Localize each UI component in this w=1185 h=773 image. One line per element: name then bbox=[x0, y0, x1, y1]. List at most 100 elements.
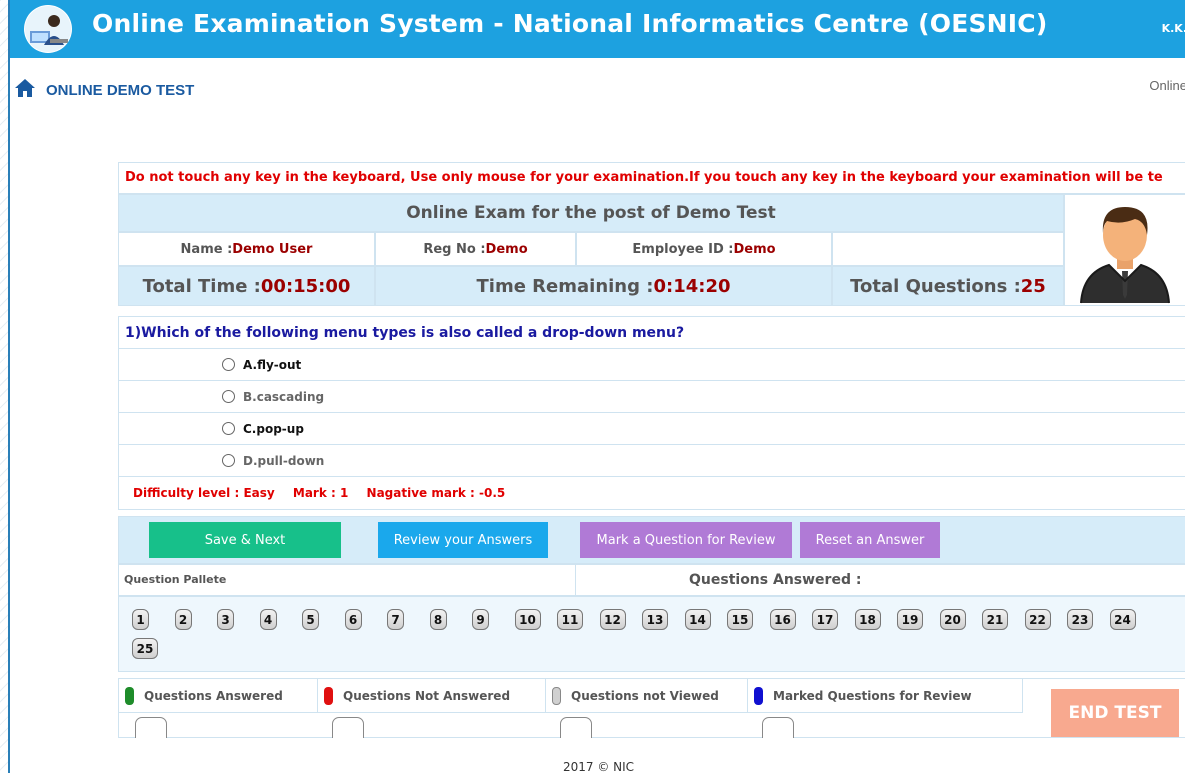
employee-id-value: Demo bbox=[733, 241, 776, 257]
time-remaining-cell: Time Remaining : 0:14:20 bbox=[375, 266, 832, 306]
palette-question-15[interactable]: 15 bbox=[727, 609, 753, 630]
legend-answered-label: Questions Answered bbox=[144, 688, 283, 703]
exam-title-cell: Online Exam for the post of Demo Test bbox=[118, 194, 1064, 232]
question-box: 1)Which of the following menu types is a… bbox=[118, 316, 1185, 510]
exam-title: Online Exam for the post of Demo Test bbox=[406, 203, 776, 223]
palette-question-20[interactable]: 20 bbox=[939, 609, 966, 630]
option-c-radio[interactable] bbox=[222, 422, 235, 435]
option-b[interactable]: B.cascading bbox=[119, 381, 1185, 413]
marked-review-count-box bbox=[762, 717, 794, 738]
employee-id-cell: Employee ID : Demo bbox=[576, 232, 832, 266]
total-questions-label: Total Questions : bbox=[850, 275, 1021, 297]
total-time-label: Total Time : bbox=[142, 275, 261, 297]
page: Online Examination System - National Inf… bbox=[8, 0, 1185, 773]
option-a-radio[interactable] bbox=[222, 358, 235, 371]
palette-header: Question Pallete Questions Answered : bbox=[118, 564, 1185, 596]
palette-question-21[interactable]: 21 bbox=[982, 609, 1008, 630]
palette-question-7[interactable]: 7 bbox=[387, 609, 404, 630]
palette-question-14[interactable]: 14 bbox=[684, 609, 711, 630]
palette-question-25[interactable]: 25 bbox=[132, 638, 158, 659]
palette-title: Question Pallete bbox=[119, 565, 576, 595]
palette-question-4[interactable]: 4 bbox=[259, 609, 277, 630]
candidate-photo-cell bbox=[1064, 194, 1185, 306]
legend-marked-review: Marked Questions for Review bbox=[748, 679, 1023, 713]
option-c[interactable]: C.pop-up bbox=[119, 413, 1185, 445]
green-marker-icon bbox=[125, 686, 134, 705]
option-d[interactable]: D.pull-down bbox=[119, 445, 1185, 477]
reset-answer-button[interactable]: Reset an Answer bbox=[800, 522, 940, 558]
sub-header: ONLINE DEMO TEST Online bbox=[10, 58, 1185, 118]
not-answered-count-box bbox=[332, 717, 364, 738]
legend-not-answered: Questions Not Answered bbox=[318, 679, 546, 713]
review-answers-button[interactable]: Review your Answers bbox=[378, 522, 548, 558]
option-a-label[interactable]: A.fly-out bbox=[243, 358, 301, 372]
questions-answered-title: Questions Answered : bbox=[689, 572, 862, 588]
grey-marker-icon bbox=[552, 686, 561, 705]
name-cell: Name : Demo User bbox=[118, 232, 375, 266]
employee-id-label: Employee ID : bbox=[632, 241, 734, 257]
exam-info-table: Online Exam for the post of Demo Test Na… bbox=[118, 194, 1064, 316]
footer-copyright: 2017 © NIC bbox=[562, 760, 635, 773]
option-a[interactable]: A.fly-out bbox=[119, 349, 1185, 381]
negative-mark: Nagative mark : -0.5 bbox=[366, 486, 506, 500]
legend-marked-review-label: Marked Questions for Review bbox=[773, 688, 972, 703]
user-name-short[interactable]: K.K. bbox=[1162, 22, 1185, 35]
total-time-cell: Total Time : 00:15:00 bbox=[118, 266, 375, 306]
home-icon[interactable] bbox=[14, 78, 36, 98]
reg-cell: Reg No : Demo bbox=[375, 232, 576, 266]
top-header-bar: Online Examination System - National Inf… bbox=[10, 0, 1185, 58]
not-viewed-count-box bbox=[560, 717, 592, 738]
save-next-button[interactable]: Save & Next bbox=[149, 522, 341, 558]
question-text: 1)Which of the following menu types is a… bbox=[119, 317, 1185, 349]
palette-question-13[interactable]: 13 bbox=[642, 609, 668, 630]
option-b-label[interactable]: B.cascading bbox=[243, 390, 324, 404]
total-questions-cell: Total Questions : 25 bbox=[832, 266, 1064, 306]
red-marker-icon bbox=[324, 686, 333, 705]
palette-question-9[interactable]: 9 bbox=[472, 609, 489, 630]
question-marks-info: Difficulty level : Easy Mark : 1 Nagativ… bbox=[119, 477, 1185, 509]
total-questions-value: 25 bbox=[1020, 275, 1046, 297]
palette-question-12[interactable]: 12 bbox=[599, 609, 626, 630]
palette-question-19[interactable]: 19 bbox=[897, 609, 923, 630]
difficulty-level: Difficulty level : Easy bbox=[133, 486, 275, 500]
palette-question-10[interactable]: 10 bbox=[514, 609, 541, 630]
palette-question-23[interactable]: 23 bbox=[1067, 609, 1093, 630]
palette-question-1[interactable]: 1 bbox=[132, 609, 149, 630]
time-remaining-value: 0:14:20 bbox=[653, 275, 731, 297]
palette-question-5[interactable]: 5 bbox=[302, 609, 319, 630]
total-time-value: 00:15:00 bbox=[260, 275, 351, 297]
reg-value: Demo bbox=[485, 241, 528, 257]
option-d-radio[interactable] bbox=[222, 454, 235, 467]
question-palette: 1 2 3 4 5 6 7 8 9 10 11 12 13 14 15 16 17 18 19 20 21 22 23 24 2… bbox=[118, 596, 1185, 672]
name-value: Demo User bbox=[232, 241, 313, 257]
palette-question-16[interactable]: 16 bbox=[769, 609, 796, 630]
mark-for-review-button[interactable]: Mark a Question for Review bbox=[580, 522, 792, 558]
answered-count-box bbox=[135, 717, 167, 738]
reg-label: Reg No : bbox=[423, 241, 486, 257]
option-b-radio[interactable] bbox=[222, 390, 235, 403]
palette-question-22[interactable]: 22 bbox=[1024, 609, 1051, 630]
palette-question-24[interactable]: 24 bbox=[1109, 609, 1136, 630]
blue-marker-icon bbox=[754, 686, 763, 705]
legend-answered: Questions Answered bbox=[119, 679, 318, 713]
palette-question-11[interactable]: 11 bbox=[557, 609, 583, 630]
option-c-label[interactable]: C.pop-up bbox=[243, 422, 304, 436]
palette-question-3[interactable]: 3 bbox=[217, 609, 234, 630]
palette-question-17[interactable]: 17 bbox=[812, 609, 838, 630]
empty-info-cell bbox=[832, 232, 1064, 266]
palette-question-2[interactable]: 2 bbox=[174, 609, 192, 630]
name-label: Name : bbox=[180, 241, 233, 257]
oesnic-logo bbox=[24, 5, 72, 53]
legend-not-viewed-label: Questions not Viewed bbox=[571, 688, 719, 703]
palette-question-8[interactable]: 8 bbox=[429, 609, 447, 630]
action-bar: Save & Next Review your Answers Mark a Q… bbox=[118, 516, 1185, 564]
legend-not-viewed: Questions not Viewed bbox=[546, 679, 748, 713]
legend-not-answered-label: Questions Not Answered bbox=[343, 688, 511, 703]
palette-question-18[interactable]: 18 bbox=[854, 609, 881, 630]
option-d-label[interactable]: D.pull-down bbox=[243, 454, 324, 468]
palette-question-6[interactable]: 6 bbox=[344, 609, 362, 630]
breadcrumb[interactable]: ONLINE DEMO TEST bbox=[46, 82, 194, 99]
end-test-button[interactable]: END TEST bbox=[1051, 689, 1179, 737]
exam-panel: Do not touch any key in the keyboard, Us… bbox=[118, 162, 1185, 738]
site-title: Online Examination System - National Inf… bbox=[92, 9, 1048, 38]
